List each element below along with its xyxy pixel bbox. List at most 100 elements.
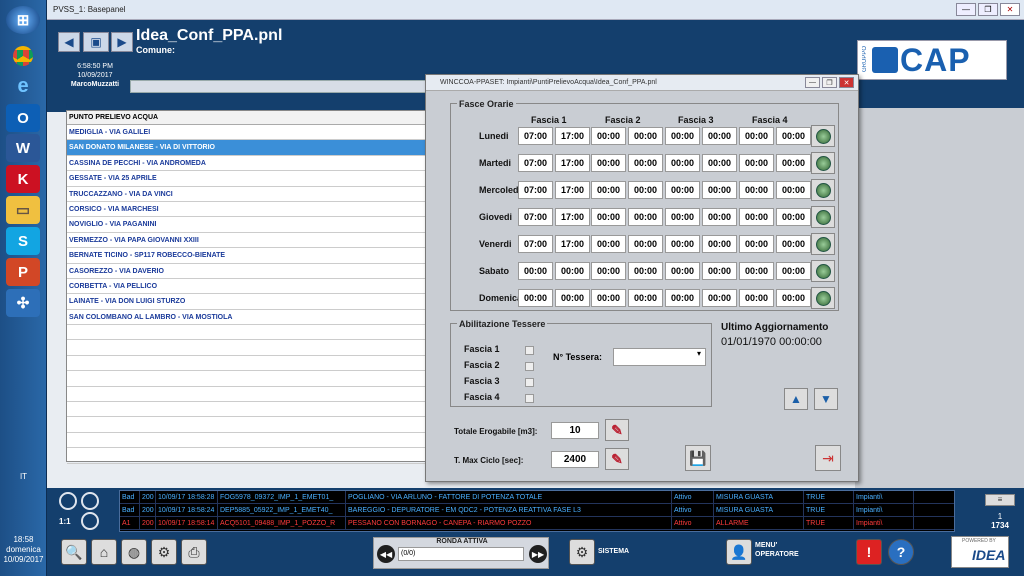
list-item[interactable]: SAN DONATO MILANESE - VIA DI VITTORIO: [67, 140, 447, 156]
time-field[interactable]: 00:00: [776, 127, 811, 145]
time-field[interactable]: 00:00: [628, 262, 663, 280]
time-field[interactable]: 00:00: [628, 127, 663, 145]
time-field[interactable]: 00:00: [776, 235, 811, 253]
dialog-close-icon[interactable]: ✕: [839, 77, 854, 88]
list-item[interactable]: SAN COLOMBANO AL LAMBRO - VIA MOSTIOLA: [67, 310, 447, 326]
time-field[interactable]: 00:00: [739, 127, 774, 145]
close-icon[interactable]: ✕: [1000, 3, 1020, 16]
time-field[interactable]: 00:00: [555, 289, 590, 307]
time-field[interactable]: 00:00: [776, 154, 811, 172]
time-field[interactable]: 00:00: [628, 154, 663, 172]
time-field[interactable]: 00:00: [591, 262, 626, 280]
forward-arrow-icon[interactable]: ▶: [111, 32, 133, 52]
alarm-row[interactable]: Bad 200 10/09/17 18:58:24 DEP5885_05922_IMP…: [120, 503, 954, 517]
time-field[interactable]: 17:00: [555, 235, 590, 253]
time-field[interactable]: 00:00: [702, 235, 737, 253]
time-field[interactable]: 00:00: [776, 289, 811, 307]
alarm-row[interactable]: A1 200 10/09/17 18:58:14 ACQ5101_09488_IMP_…: [120, 516, 954, 530]
home-panel-icon[interactable]: ▣: [83, 32, 109, 52]
folder-icon[interactable]: ▭: [6, 196, 40, 224]
list-item[interactable]: GESSATE - VIA 25 APRILE: [67, 171, 447, 187]
time-field[interactable]: 00:00: [702, 127, 737, 145]
ronda-next-icon[interactable]: ▶▶: [529, 545, 547, 563]
maximize-icon[interactable]: ❐: [978, 3, 998, 16]
time-field[interactable]: 00:00: [518, 262, 553, 280]
list-item[interactable]: LAINATE - VIA DON LUIGI STURZO: [67, 294, 447, 310]
time-field[interactable]: 00:00: [665, 127, 700, 145]
apply-day-button[interactable]: [811, 179, 835, 201]
time-field[interactable]: 00:00: [665, 181, 700, 199]
time-field[interactable]: 00:00: [591, 127, 626, 145]
time-field[interactable]: 00:00: [739, 154, 774, 172]
n-tessera-select[interactable]: ▾: [613, 348, 706, 366]
fascia-4-checkbox[interactable]: [525, 394, 534, 403]
zoom-in-icon[interactable]: [59, 492, 77, 510]
tmax-ciclo-field[interactable]: 2400: [551, 451, 599, 468]
apply-day-button[interactable]: [811, 260, 835, 282]
fascia-3-checkbox[interactable]: [525, 378, 534, 387]
word-icon[interactable]: W: [6, 134, 40, 162]
ronda-field[interactable]: (0/0): [398, 547, 524, 561]
time-field[interactable]: 00:00: [591, 208, 626, 226]
settings-icon[interactable]: ⚙: [151, 539, 177, 565]
time-field[interactable]: 17:00: [555, 154, 590, 172]
fascia-2-checkbox[interactable]: [525, 362, 534, 371]
time-field[interactable]: 00:00: [665, 235, 700, 253]
time-field[interactable]: 00:00: [628, 235, 663, 253]
list-item[interactable]: TRUCCAZZANO - VIA DA VINCI: [67, 187, 447, 202]
time-field[interactable]: 00:00: [739, 208, 774, 226]
time-field[interactable]: 00:00: [776, 262, 811, 280]
time-field[interactable]: 17:00: [555, 181, 590, 199]
time-field[interactable]: 00:00: [702, 208, 737, 226]
ie-icon[interactable]: e: [6, 72, 40, 100]
scroll-icon[interactable]: ≡: [985, 494, 1015, 506]
list-item[interactable]: CASSINA DE PECCHI - VIA ANDROMEDA: [67, 156, 447, 172]
arrow-down-button[interactable]: ▼: [814, 388, 838, 410]
time-field[interactable]: 00:00: [555, 262, 590, 280]
outlook-icon[interactable]: O: [6, 104, 40, 132]
time-field[interactable]: 07:00: [518, 235, 553, 253]
time-field[interactable]: 00:00: [628, 208, 663, 226]
apply-day-button[interactable]: [811, 233, 835, 255]
time-field[interactable]: 00:00: [628, 181, 663, 199]
home-icon[interactable]: ⌂: [91, 539, 117, 565]
time-field[interactable]: 17:00: [555, 127, 590, 145]
edit-totale-button[interactable]: ✎: [605, 419, 629, 441]
time-field[interactable]: 00:00: [591, 154, 626, 172]
time-field[interactable]: 00:00: [665, 289, 700, 307]
totale-erogabile-field[interactable]: 10: [551, 422, 599, 439]
dialog-minimize-icon[interactable]: —: [805, 77, 820, 88]
list-item[interactable]: CASOREZZO - VIA DAVERIO: [67, 264, 447, 279]
list-item[interactable]: NOVIGLIO - VIA PAGANINI: [67, 217, 447, 233]
time-field[interactable]: 07:00: [518, 154, 553, 172]
windows-start-icon[interactable]: ⊞: [6, 6, 40, 34]
apply-day-button[interactable]: [811, 206, 835, 228]
time-field[interactable]: 00:00: [518, 289, 553, 307]
list-item[interactable]: BERNATE TICINO - SP117 ROBECCO-BIENATE: [67, 248, 447, 264]
time-field[interactable]: 07:00: [518, 127, 553, 145]
time-field[interactable]: 00:00: [702, 289, 737, 307]
minimize-icon[interactable]: —: [956, 3, 976, 16]
time-field[interactable]: 00:00: [739, 289, 774, 307]
dialog-maximize-icon[interactable]: ❐: [822, 77, 837, 88]
apply-day-button[interactable]: [811, 152, 835, 174]
help-icon[interactable]: ?: [888, 539, 914, 565]
time-field[interactable]: 00:00: [702, 181, 737, 199]
list-item[interactable]: CORBETTA - VIA PELLICO: [67, 279, 447, 295]
language-indicator[interactable]: IT: [0, 472, 47, 482]
alarm-row[interactable]: Bad 200 10/09/17 18:58:28 FOG5978_09372_IMP…: [120, 491, 954, 504]
time-field[interactable]: 00:00: [665, 154, 700, 172]
time-field[interactable]: 00:00: [628, 289, 663, 307]
apply-day-button[interactable]: [811, 125, 835, 147]
edit-tmax-button[interactable]: ✎: [605, 448, 629, 470]
time-field[interactable]: 17:00: [555, 208, 590, 226]
time-field[interactable]: 07:00: [518, 181, 553, 199]
time-field[interactable]: 00:00: [739, 262, 774, 280]
zoom-out-icon[interactable]: [81, 492, 99, 510]
time-field[interactable]: 00:00: [591, 181, 626, 199]
time-field[interactable]: 07:00: [518, 208, 553, 226]
globe-icon[interactable]: ◍: [121, 539, 147, 565]
clock-time[interactable]: 18:58: [0, 535, 47, 545]
list-item[interactable]: VERMEZZO - VIA PAPA GIOVANNI XXIII: [67, 233, 447, 249]
zoom-reset-icon[interactable]: 1:1: [59, 517, 71, 526]
